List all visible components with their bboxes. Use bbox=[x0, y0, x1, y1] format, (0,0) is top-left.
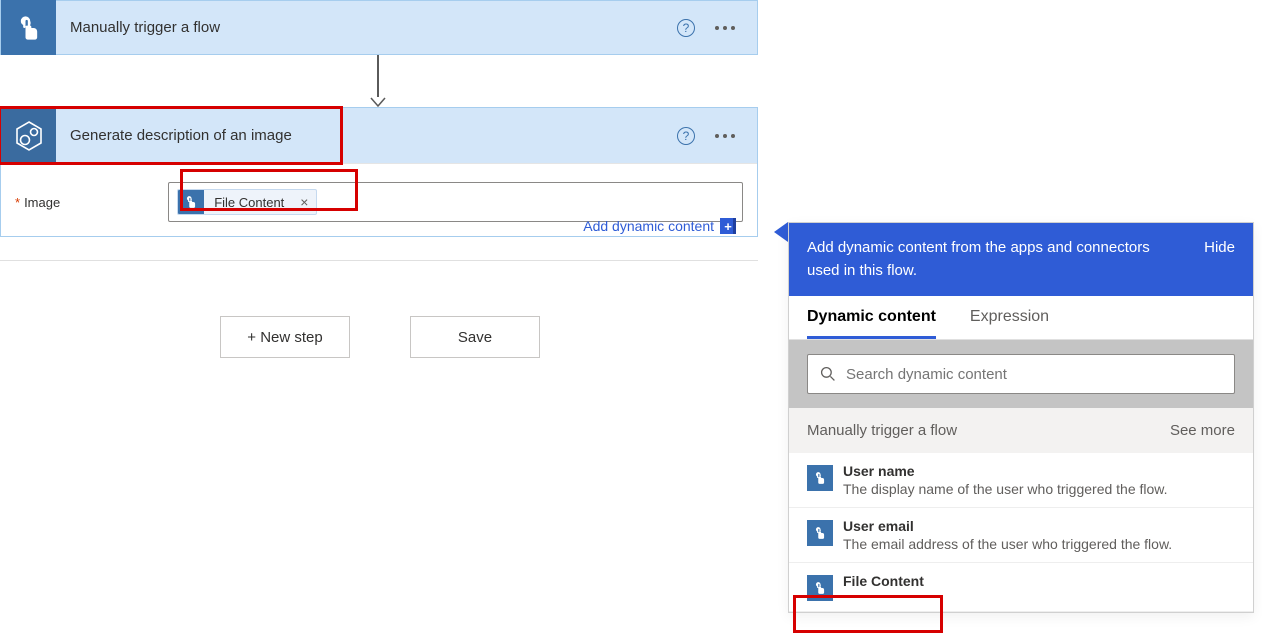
dc-item-desc: The display name of the user who trigger… bbox=[843, 481, 1168, 497]
remove-token-icon[interactable]: × bbox=[292, 194, 316, 210]
param-label: *Image bbox=[15, 195, 60, 210]
dc-item-user-name[interactable]: User name The display name of the user w… bbox=[789, 453, 1253, 508]
hide-panel-link[interactable]: Hide bbox=[1204, 237, 1235, 260]
dynamic-content-panel: Add dynamic content from the apps and co… bbox=[788, 222, 1254, 613]
panel-tabs: Dynamic content Expression bbox=[789, 296, 1253, 340]
dc-item-title: User name bbox=[843, 463, 1168, 479]
search-input[interactable] bbox=[846, 366, 1222, 383]
section-title: Manually trigger a flow bbox=[807, 422, 957, 439]
dc-item-title: File Content bbox=[843, 573, 924, 589]
trigger-icon bbox=[1, 0, 56, 55]
action-title: Generate description of an image bbox=[56, 127, 677, 144]
help-icon[interactable]: ? bbox=[677, 127, 695, 145]
panel-header-text: Add dynamic content from the apps and co… bbox=[807, 237, 1184, 282]
image-field[interactable]: File Content × bbox=[168, 182, 743, 222]
touch-icon bbox=[807, 465, 833, 491]
help-icon[interactable]: ? bbox=[677, 19, 695, 37]
dc-item-title: User email bbox=[843, 518, 1172, 534]
file-content-token[interactable]: File Content × bbox=[177, 189, 317, 215]
section-divider bbox=[0, 260, 758, 261]
connector-arrow bbox=[370, 55, 386, 107]
panel-header: Add dynamic content from the apps and co… bbox=[789, 223, 1253, 296]
save-button[interactable]: Save bbox=[410, 316, 540, 358]
more-icon[interactable] bbox=[715, 134, 735, 138]
action-icon bbox=[1, 108, 56, 163]
add-dynamic-content-link[interactable]: Add dynamic content + bbox=[583, 218, 736, 234]
ai-hex-icon bbox=[13, 120, 45, 152]
trigger-title: Manually trigger a flow bbox=[56, 19, 677, 36]
touch-icon bbox=[807, 575, 833, 601]
tab-expression[interactable]: Expression bbox=[970, 308, 1049, 339]
tab-dynamic-content[interactable]: Dynamic content bbox=[807, 308, 936, 339]
touch-icon bbox=[807, 520, 833, 546]
panel-pointer-icon bbox=[774, 222, 788, 242]
new-step-button[interactable]: + New step bbox=[220, 316, 350, 358]
dc-item-file-content[interactable]: File Content bbox=[789, 563, 1253, 612]
token-label: File Content bbox=[204, 195, 292, 210]
search-input-wrap[interactable] bbox=[807, 354, 1235, 394]
section-header: Manually trigger a flow See more bbox=[789, 408, 1253, 453]
see-more-link[interactable]: See more bbox=[1170, 422, 1235, 439]
more-icon[interactable] bbox=[715, 26, 735, 30]
trigger-step[interactable]: Manually trigger a flow ? bbox=[0, 0, 758, 55]
plus-icon: + bbox=[720, 218, 736, 234]
dc-item-user-email[interactable]: User email The email address of the user… bbox=[789, 508, 1253, 563]
search-icon bbox=[820, 366, 836, 382]
touch-icon bbox=[15, 14, 43, 42]
add-dynamic-label: Add dynamic content bbox=[583, 218, 714, 234]
dc-item-desc: The email address of the user who trigge… bbox=[843, 536, 1172, 552]
touch-icon bbox=[178, 189, 204, 215]
